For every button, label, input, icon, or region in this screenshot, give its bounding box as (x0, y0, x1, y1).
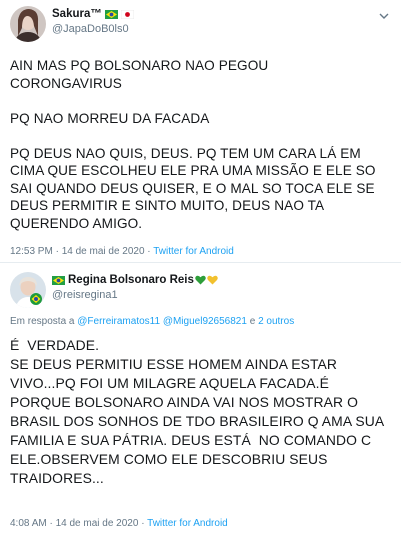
reply-conjunction: e (246, 316, 259, 327)
author-name[interactable]: Sakura™ (52, 8, 102, 20)
tweet-text: É VERDADE. SE DEUS PERMITIU ESSE HOMEM A… (10, 336, 395, 488)
tweet-meta: 4:08 AM · 14 de mai de 2020 · Twitter fo… (10, 518, 228, 529)
tweet-card[interactable]: Sakura™ @JapaDoB0ls0 AIN MAS PQ BOLSONAR… (0, 0, 401, 262)
author-handle[interactable]: @reisregina1 (52, 289, 118, 301)
tweet-paragraph: É VERDADE. SE DEUS PERMITIU ESSE HOMEM A… (10, 337, 385, 486)
author-handle[interactable]: @JapaDoB0ls0 (52, 23, 129, 35)
chevron-down-icon[interactable] (378, 9, 390, 21)
reply-context: Em resposta a @Ferreiramatos11 @Miguel92… (10, 316, 294, 327)
japan-flag-icon (120, 9, 135, 19)
author-name-row[interactable]: Regina Bolsonaro Reis (52, 274, 218, 286)
source-link[interactable]: Twitter for Android (147, 518, 228, 529)
avatar[interactable] (10, 6, 46, 42)
green-heart-icon (195, 275, 206, 285)
author-name-row[interactable]: Sakura™ (52, 8, 135, 20)
source-link[interactable]: Twitter for Android (153, 246, 234, 257)
reply-prefix: Em resposta a (10, 316, 78, 327)
mention-link[interactable]: @Ferreiramatos11 (77, 316, 160, 327)
tweet-text: AIN MAS PQ BOLSONARO NAO PEGOU CORONGAVI… (10, 57, 395, 232)
brazil-flag-icon (104, 9, 118, 19)
yellow-heart-icon (207, 275, 218, 285)
author-name[interactable]: Regina Bolsonaro Reis (68, 274, 194, 286)
tweet-paragraph: AIN MAS PQ BOLSONARO NAO PEGOU CORONGAVI… (10, 58, 269, 91)
meta-separator: · (138, 518, 148, 529)
timestamp[interactable]: 4:08 AM · 14 de mai de 2020 (10, 518, 138, 529)
tweet-card[interactable]: Regina Bolsonaro Reis @reisregina1 Em re… (0, 262, 401, 534)
tweet-paragraph: PQ NAO MORREU DA FACADA (10, 110, 210, 126)
tweet-paragraph: PQ DEUS NAO QUIS, DEUS. PQ TEM UM CARA L… (10, 145, 376, 231)
others-link[interactable]: 2 outros (258, 316, 294, 327)
meta-separator: · (144, 246, 154, 257)
tweet-meta: 12:53 PM · 14 de mai de 2020 · Twitter f… (10, 246, 234, 257)
mention-link[interactable]: @Miguel92656821 (163, 316, 247, 327)
avatar[interactable] (10, 272, 46, 308)
brazil-flag-icon (52, 275, 65, 285)
timestamp[interactable]: 12:53 PM · 14 de mai de 2020 (10, 246, 145, 257)
